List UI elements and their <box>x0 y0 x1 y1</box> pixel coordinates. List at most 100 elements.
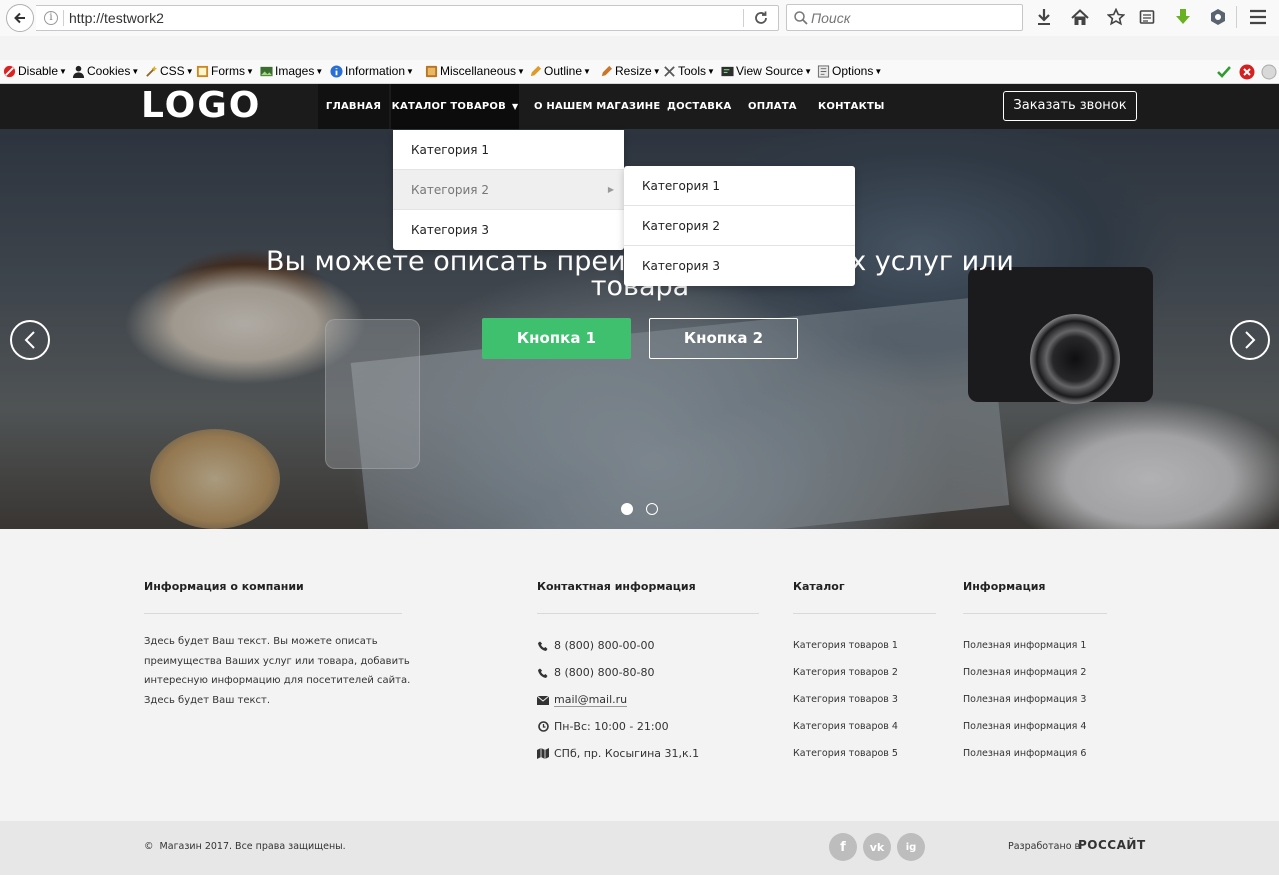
envelope-icon <box>537 694 549 706</box>
dropdown-item-1[interactable]: Категория 1 <box>393 130 624 170</box>
contact-phone-1[interactable]: 8 (800) 800-00-00 <box>537 639 655 652</box>
url-bar[interactable]: i http://testwork2 <box>36 5 779 31</box>
validation-error-icon[interactable] <box>1239 64 1255 80</box>
dt-view-source[interactable]: View Source ▼ <box>721 64 812 78</box>
copyright-label: Магазин 2017. Все права защищены. <box>159 841 346 852</box>
dt-information[interactable]: Information ▼ <box>330 64 414 78</box>
validation-neutral-icon[interactable] <box>1261 64 1277 80</box>
dt-disable-label: Disable <box>18 64 59 78</box>
contact-phone-2[interactable]: 8 (800) 800-80-80 <box>537 666 655 679</box>
slider-prev-button[interactable] <box>10 320 50 360</box>
nav-catalog[interactable]: Каталог товаров ▼ <box>391 84 519 129</box>
contact-address: СПб, пр. Косыгина 31,к.1 <box>537 747 699 760</box>
dt-cookies-label: Cookies <box>87 64 131 78</box>
dt-miscellaneous-label: Miscellaneous <box>440 64 517 78</box>
dt-resize-label: Resize <box>615 64 652 78</box>
vk-icon[interactable]: vk <box>863 833 891 861</box>
footer-contacts-title: Контактная информация <box>537 580 696 593</box>
dt-css[interactable]: CSS ▼ <box>145 64 194 78</box>
dropdown-item-2[interactable]: Категория 2 ▶ <box>393 170 624 210</box>
subdropdown-item-2[interactable]: Категория 2 <box>624 206 855 246</box>
reading-list-icon[interactable] <box>1137 7 1157 27</box>
footer-catalog-link-4[interactable]: Категория товаров 4 <box>793 721 898 732</box>
site-header: LOGO Главная Каталог товаров ▼ О нашем ма… <box>0 84 1279 129</box>
nav-delivery[interactable]: Доставка <box>667 84 731 129</box>
browser-toolbar: i http://testwork2 <box>0 0 1279 36</box>
slider-next-button[interactable] <box>1230 320 1270 360</box>
dt-tools[interactable]: Tools ▼ <box>663 64 715 78</box>
footer-info-link-3[interactable]: Полезная информация 3 <box>963 694 1086 705</box>
contact-email[interactable]: mail@mail.ru <box>537 693 628 707</box>
facebook-icon[interactable]: f <box>829 833 857 861</box>
search-box[interactable] <box>786 4 1023 31</box>
dt-images[interactable]: Images ▼ <box>260 64 323 78</box>
footer-contacts-divider <box>537 613 759 614</box>
footer-catalog-link-2[interactable]: Категория товаров 2 <box>793 667 898 678</box>
site-logo[interactable]: LOGO <box>141 85 261 126</box>
clock-icon <box>537 721 549 733</box>
footer-info-link-4[interactable]: Полезная информация 4 <box>963 721 1086 732</box>
footer-catalog-link-1[interactable]: Категория товаров 1 <box>793 640 898 651</box>
web-developer-toolbar: Disable ▼ Cookies ▼ CSS ▼ Forms ▼ Images ▼ In… <box>0 60 1279 84</box>
developer-brand-logo[interactable]: РОССАЙТ <box>1078 838 1146 852</box>
catalog-subdropdown: Категория 1 Категория 2 Категория 3 <box>624 166 855 286</box>
nav-about[interactable]: О нашем магазине <box>534 84 660 129</box>
footer-info-link-1[interactable]: Полезная информация 1 <box>963 640 1086 651</box>
reload-icon[interactable] <box>753 10 769 26</box>
cookies-icon <box>72 65 85 78</box>
hero-button-2[interactable]: Кнопка 2 <box>649 318 798 359</box>
search-icon <box>794 11 808 25</box>
validation-ok-icon[interactable] <box>1216 64 1232 80</box>
dt-miscellaneous[interactable]: Miscellaneous ▼ <box>425 64 525 78</box>
dt-tools-label: Tools <box>678 64 707 78</box>
bookmark-star-icon[interactable] <box>1106 7 1126 27</box>
footer-about-title: Информация о компании <box>144 580 304 593</box>
nav-home[interactable]: Главная <box>318 84 389 129</box>
dt-information-label: Information <box>345 64 406 78</box>
dropdown-item-3[interactable]: Категория 3 <box>393 210 624 250</box>
slider-dot-1[interactable] <box>621 503 633 515</box>
reload-separator <box>743 9 744 27</box>
copyright-text: © Магазин 2017. Все права защищены. <box>144 841 346 852</box>
dt-options[interactable]: Options ▼ <box>817 64 882 78</box>
footer-info-title: Информация <box>963 580 1046 593</box>
footer-catalog-divider <box>793 613 936 614</box>
hero-button-1[interactable]: Кнопка 1 <box>482 318 631 359</box>
footer-about-text: Здесь будет Ваш текст. Вы можете описать… <box>144 636 411 706</box>
slider-dot-2[interactable] <box>646 503 658 515</box>
site-info-icon[interactable]: i <box>44 11 58 25</box>
back-button[interactable] <box>6 4 34 32</box>
back-arrow-icon <box>14 12 25 24</box>
dt-cookies[interactable]: Cookies ▼ <box>72 64 139 78</box>
dt-disable[interactable]: Disable ▼ <box>3 64 67 78</box>
dt-outline[interactable]: Outline ▼ <box>529 64 591 78</box>
nav-contacts[interactable]: Контакты <box>818 84 885 129</box>
chevron-left-icon <box>24 331 35 349</box>
subdropdown-item-3[interactable]: Категория 3 <box>624 246 855 286</box>
images-icon <box>260 66 273 76</box>
dt-resize[interactable]: Resize ▼ <box>600 64 661 78</box>
footer-catalog-link-3[interactable]: Категория товаров 3 <box>793 694 898 705</box>
url-separator <box>63 10 64 26</box>
footer-info-link-5[interactable]: Полезная информация 6 <box>963 748 1086 759</box>
contact-phone-2-text: 8 (800) 800-80-80 <box>554 666 655 679</box>
forms-icon <box>196 65 209 77</box>
home-icon[interactable] <box>1070 7 1090 27</box>
dt-images-label: Images <box>275 64 315 78</box>
footer-catalog-link-5[interactable]: Категория товаров 5 <box>793 748 898 759</box>
extension-icon[interactable] <box>1208 7 1228 27</box>
nav-payment[interactable]: Оплата <box>748 84 797 129</box>
copyright-symbol: © <box>144 841 154 852</box>
subdropdown-item-1[interactable]: Категория 1 <box>624 166 855 206</box>
hamburger-menu-icon[interactable] <box>1248 7 1268 27</box>
search-input[interactable] <box>811 8 1011 27</box>
view-source-icon <box>721 66 734 76</box>
instagram-icon[interactable]: ig <box>897 833 925 861</box>
callback-button[interactable]: Заказать звонок <box>1003 91 1137 121</box>
download-icon[interactable] <box>1034 7 1054 27</box>
url-text[interactable]: http://testwork2 <box>69 10 164 26</box>
dt-forms[interactable]: Forms ▼ <box>196 64 254 78</box>
download-helper-icon[interactable] <box>1173 7 1193 27</box>
information-icon <box>330 64 343 78</box>
footer-info-link-2[interactable]: Полезная информация 2 <box>963 667 1086 678</box>
